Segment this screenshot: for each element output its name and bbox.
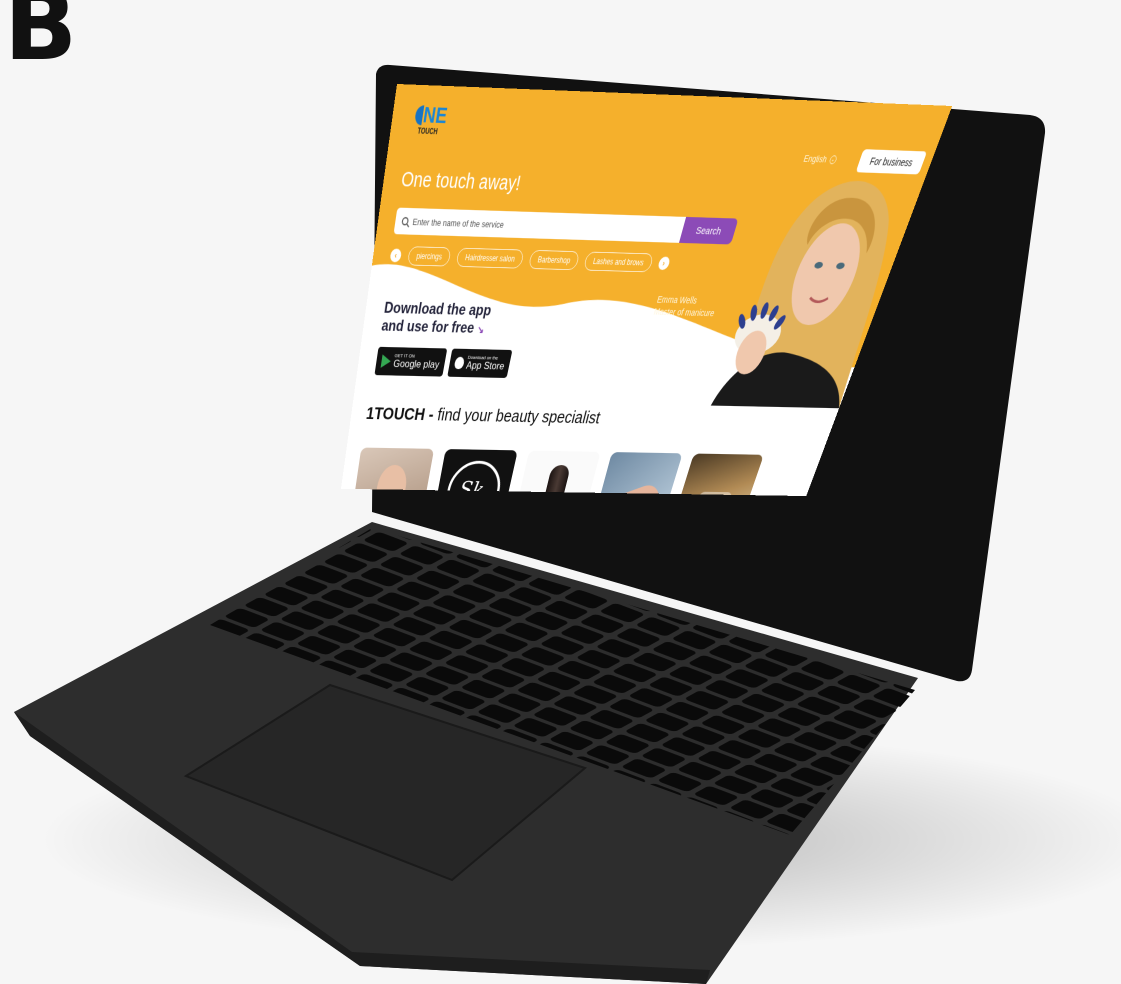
specialist-caption: Emma Wells Master of manicure	[652, 294, 719, 320]
category-chip-hairdresser[interactable]: Hairdresser salon	[456, 248, 525, 269]
specialist-card[interactable]	[511, 451, 601, 496]
google-play-badge[interactable]: GET IT ON Google play	[374, 347, 447, 377]
google-play-icon	[381, 354, 392, 368]
specialist-card[interactable]	[590, 452, 682, 496]
headline-text: find your beauty specialist	[436, 406, 602, 428]
category-chip-lashes[interactable]: Lashes and brows	[583, 252, 654, 273]
headline-brand: 1TOUCH -	[365, 404, 435, 424]
search-icon	[401, 217, 409, 226]
category-chip-barbershop[interactable]: Barbershop	[528, 250, 580, 270]
specialist-cards: Sk	[350, 448, 764, 497]
category-chip-piercings[interactable]: piercings	[407, 246, 451, 266]
specialist-role: Master of manicure	[652, 306, 716, 320]
google-play-name: Google play	[393, 358, 441, 370]
apple-icon	[454, 357, 465, 369]
section-headline: 1TOUCH - find your beauty specialist	[365, 404, 602, 428]
specialist-card[interactable]: Sk	[431, 449, 518, 496]
chevron-left-icon[interactable]: ‹	[389, 249, 402, 263]
app-store-badge[interactable]: Download on the App Store	[447, 349, 512, 378]
store-badges: GET IT ON Google play Download on the Ap…	[374, 347, 512, 378]
site-logo[interactable]: NE TOUCH	[412, 104, 456, 137]
specialist-card[interactable]	[350, 448, 435, 497]
download-line-2: and use for free	[380, 317, 475, 336]
search-button[interactable]: Search	[679, 217, 739, 245]
download-app-heading: Download the app and use for free ↘	[380, 299, 504, 337]
specialist-card[interactable]	[669, 454, 764, 497]
hero-tagline: One touch away!	[400, 168, 523, 196]
arrow-down-right-icon: ↘	[476, 324, 485, 335]
app-store-name: App Store	[465, 360, 505, 372]
search-placeholder: Enter the name of the service	[412, 216, 505, 229]
logo-subtitle: TOUCH	[412, 127, 453, 137]
logo-text: NE	[422, 104, 449, 128]
download-line-1: Download the app	[383, 299, 493, 319]
